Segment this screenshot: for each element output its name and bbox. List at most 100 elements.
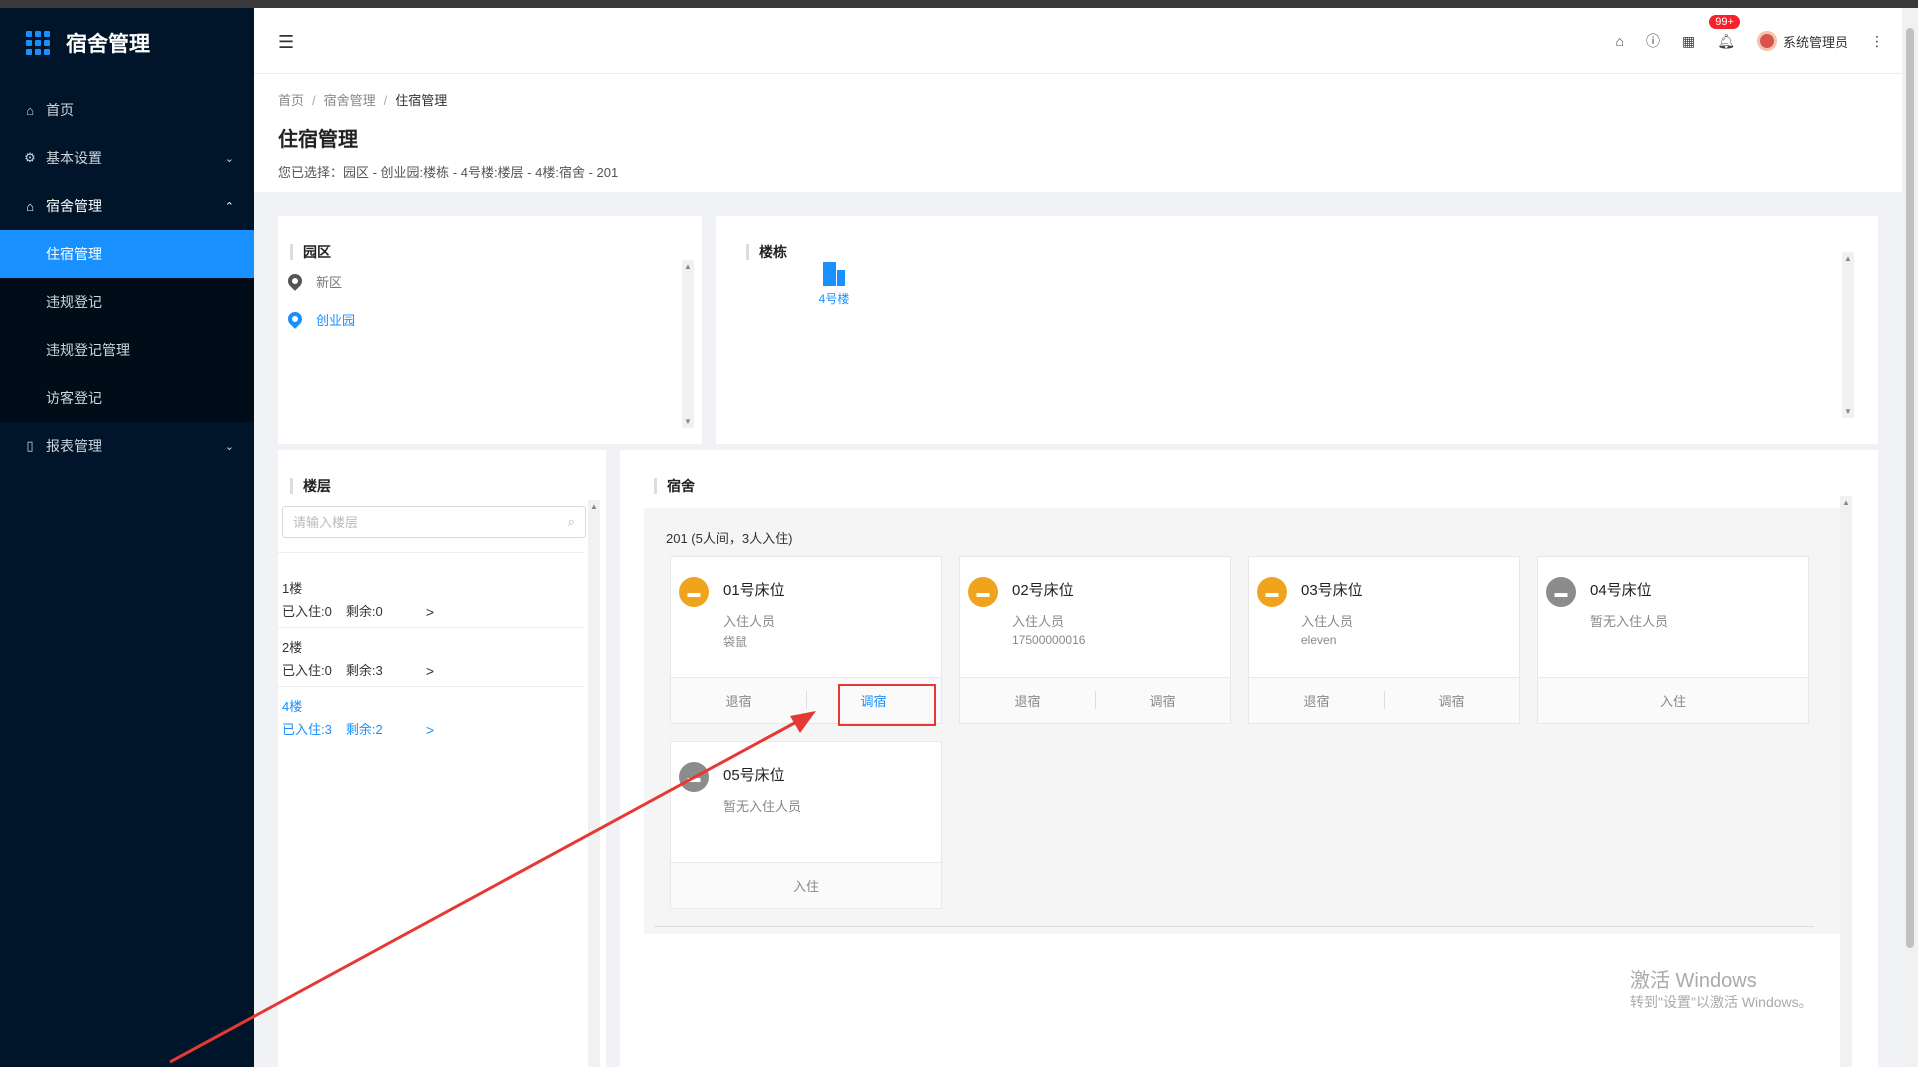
home-icon: ⌂ bbox=[26, 102, 34, 118]
page-scrollbar[interactable] bbox=[1902, 8, 1918, 1067]
floor-item-selected[interactable]: 4楼 已入住:3 剩余:2 > bbox=[278, 688, 584, 746]
sidebar-item-label: 报表管理 bbox=[46, 438, 102, 454]
checkin-button[interactable]: 入住 bbox=[671, 876, 941, 895]
user-menu[interactable]: 系统管理员 bbox=[1756, 31, 1848, 51]
floor-name: 4楼 bbox=[282, 699, 303, 714]
page-title: 住宿管理 bbox=[278, 129, 358, 151]
chevron-right-icon: > bbox=[425, 722, 434, 738]
breadcrumb-item[interactable]: 首页 bbox=[278, 93, 304, 108]
top-header: ☰ ⌂ ⓘ ▦ 🔔︎ 99+ 系统管理员 ⋮ bbox=[254, 8, 1902, 74]
park-item-selected[interactable]: 创业园 bbox=[282, 300, 355, 338]
floor-search-input[interactable] bbox=[293, 514, 533, 530]
scrollbar-thumb[interactable] bbox=[1906, 28, 1914, 948]
menu-collapse-icon[interactable]: ☰ bbox=[278, 32, 294, 53]
panel-title: 楼栋 bbox=[746, 244, 787, 260]
checkout-button[interactable]: 退宿 bbox=[671, 691, 806, 710]
sidebar-item-dorm-management[interactable]: ⌂ 宿舍管理 ⌃ bbox=[0, 182, 254, 230]
room-label: 201 (5人间，3人入住) bbox=[666, 531, 793, 546]
bed-icon: ▬ bbox=[679, 577, 709, 607]
page-header: 首页 / 宿舍管理 / 住宿管理 住宿管理 您已选择：园区 - 创业园:楼栋 - 4号楼… bbox=[254, 74, 1902, 192]
sidebar-item-violation-register[interactable]: 违规登记 bbox=[0, 278, 254, 326]
bed-icon: ▬ bbox=[1546, 577, 1576, 607]
sidebar-item-violation-management[interactable]: 违规登记管理 bbox=[0, 326, 254, 374]
bed-name: 03号床位 bbox=[1301, 582, 1363, 599]
bed-status: 入住人员 bbox=[723, 614, 776, 629]
bed-status: 入住人员 bbox=[1012, 614, 1065, 629]
home-icon: ⌂ bbox=[26, 198, 34, 214]
window-top-strip bbox=[0, 0, 1918, 8]
floor-search-field[interactable]: ⌕ bbox=[282, 506, 586, 538]
park-item-label: 创业园 bbox=[316, 312, 356, 328]
bed-status: 暂无入住人员 bbox=[723, 799, 802, 814]
sidebar-item-reports[interactable]: ▯ 报表管理 ⌄ bbox=[0, 422, 254, 470]
panel-scrollbar[interactable]: ▲ ▼ bbox=[682, 260, 694, 428]
floor-name: 2楼 bbox=[282, 640, 303, 655]
notification-badge: 99+ bbox=[1709, 14, 1740, 29]
sidebar-item-label: 基本设置 bbox=[46, 150, 102, 166]
checkout-button[interactable]: 退宿 bbox=[1249, 691, 1384, 710]
search-icon[interactable]: ⌕ bbox=[568, 514, 575, 530]
app-title: 宿舍管理 bbox=[66, 33, 150, 56]
panel-title: 楼层 bbox=[290, 478, 331, 494]
sidebar-item-label: 住宿管理 bbox=[46, 246, 102, 262]
bed-name: 02号床位 bbox=[1012, 582, 1074, 599]
sidebar-item-label: 违规登记 bbox=[46, 294, 102, 310]
home-icon[interactable]: ⌂ bbox=[1616, 33, 1624, 49]
bed-icon: ▬ bbox=[679, 762, 709, 792]
checkin-button[interactable]: 入住 bbox=[1538, 691, 1808, 710]
bed-name: 01号床位 bbox=[723, 582, 785, 599]
chevron-down-icon: ⌄ bbox=[224, 152, 234, 165]
floor-occupied: 已入住:0 bbox=[282, 663, 332, 678]
location-pin-icon bbox=[285, 271, 305, 291]
user-name: 系统管理员 bbox=[1782, 34, 1848, 50]
more-vertical-icon[interactable]: ⋮ bbox=[1870, 33, 1884, 50]
grid-icon bbox=[26, 31, 50, 55]
sidebar-item-home[interactable]: ⌂ 首页 bbox=[0, 86, 254, 134]
sidebar-item-label: 首页 bbox=[46, 102, 74, 118]
breadcrumb-item-current: 住宿管理 bbox=[395, 93, 448, 108]
panel-title: 宿舍 bbox=[654, 478, 695, 494]
checkout-button[interactable]: 退宿 bbox=[960, 691, 1095, 710]
bed-occupant: 17500000016 bbox=[1012, 633, 1086, 647]
bed-name: 04号床位 bbox=[1590, 582, 1652, 599]
chevron-up-icon: ⌃ bbox=[224, 200, 234, 213]
bed-occupant: eleven bbox=[1301, 633, 1337, 647]
bed-occupant: 袋鼠 bbox=[723, 635, 748, 649]
bed-icon: ▬ bbox=[1257, 577, 1287, 607]
sidebar-item-label: 访客登记 bbox=[46, 390, 102, 406]
header-actions: ⌂ ⓘ ▦ 🔔︎ 99+ 系统管理员 ⋮ bbox=[1616, 8, 1884, 74]
panel-scrollbar[interactable]: ▲ bbox=[1840, 496, 1852, 1067]
transfer-button[interactable]: 调宿 bbox=[1384, 691, 1519, 710]
annotation-highlight-box bbox=[838, 684, 936, 726]
floor-occupied: 已入住:3 bbox=[282, 722, 332, 737]
windows-activation-watermark: 激活 Windows bbox=[1630, 970, 1757, 992]
floor-remaining: 剩余:3 bbox=[345, 663, 383, 678]
notification-bell-icon[interactable]: 🔔︎ 99+ bbox=[1709, 14, 1740, 50]
breadcrumb-item[interactable]: 宿舍管理 bbox=[324, 93, 376, 108]
park-item[interactable]: 新区 bbox=[282, 262, 355, 300]
floor-item[interactable]: 1楼 已入住:0 剩余:0 > bbox=[278, 570, 584, 628]
windows-activation-hint: 转到"设置"以激活 Windows。 bbox=[1630, 994, 1813, 1010]
panel-scrollbar[interactable]: ▲ ▼ bbox=[1842, 252, 1854, 418]
bed-card: ▬ 02号床位 入住人员 17500000016 退宿 调宿 bbox=[959, 556, 1231, 724]
help-icon[interactable]: ⓘ bbox=[1646, 31, 1660, 51]
building-panel: 楼栋 4号楼 ▲ ▼ bbox=[716, 216, 1878, 444]
location-pin-icon bbox=[285, 309, 305, 329]
bed-name: 05号床位 bbox=[723, 767, 785, 784]
sidebar-item-label: 违规登记管理 bbox=[46, 342, 130, 358]
park-item-label: 新区 bbox=[316, 274, 343, 290]
bed-status: 入住人员 bbox=[1301, 614, 1354, 629]
sidebar-item-accommodation[interactable]: 住宿管理 bbox=[0, 230, 254, 278]
transfer-button[interactable]: 调宿 bbox=[1095, 691, 1230, 710]
sidebar: 宿舍管理 ⌂ 首页 ⚙ 基本设置 ⌄ ⌂ 宿舍管理 ⌃ 住宿管理 违规登记 违规… bbox=[0, 8, 254, 1067]
app-logo[interactable]: 宿舍管理 bbox=[0, 8, 254, 78]
panel-scrollbar[interactable]: ▲ bbox=[588, 500, 600, 1067]
floor-item[interactable]: 2楼 已入住:0 剩余:3 > bbox=[278, 629, 584, 687]
building-item-selected[interactable]: 4号楼 bbox=[804, 262, 864, 307]
park-panel: 园区 新区 创业园 ▲ ▼ bbox=[278, 216, 702, 444]
sidebar-item-basic-settings[interactable]: ⚙ 基本设置 ⌄ bbox=[0, 134, 254, 182]
fullscreen-icon[interactable]: ▦ bbox=[1682, 33, 1695, 50]
sidebar-item-visitor-register[interactable]: 访客登记 bbox=[0, 374, 254, 422]
submenu-dorm: 住宿管理 违规登记 违规登记管理 访客登记 bbox=[0, 230, 254, 422]
bed-icon: ▬ bbox=[968, 577, 998, 607]
